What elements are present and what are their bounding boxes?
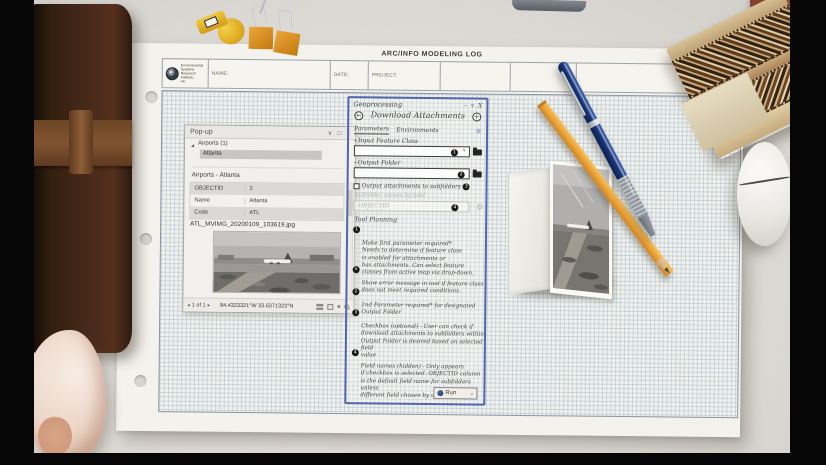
run-label: Run (445, 390, 457, 397)
tree-item-atlanta: Atlanta (199, 149, 322, 160)
project-field-label: PROJECT: (371, 72, 398, 79)
airport-photo-graphic (213, 231, 342, 295)
output-folder-label: •Output Folder (353, 159, 401, 167)
browse-folder-icon (472, 171, 482, 178)
note-4-marker: 4 (351, 348, 359, 356)
name-field-label: NAME: (211, 70, 229, 77)
leather-journal (33, 4, 132, 353)
metal-tool-edge (511, 0, 587, 12)
required-bullet-icon: • (353, 160, 357, 167)
note-3-marker: 3 (352, 308, 360, 316)
blank-cell (440, 62, 511, 91)
date-field-label: DATE: (333, 71, 350, 79)
popup-footer: ◂ 1 of 1 ▸ 84.4323321°W 33.6371323°N (183, 297, 354, 314)
dock-icon: □ (337, 129, 342, 137)
annotation-marker-4: 4 (451, 203, 459, 211)
photo-card-left-face (508, 166, 552, 296)
binder-clip (246, 25, 275, 52)
field-name: Code (190, 209, 246, 217)
header-table: Environmental Systems Research Institute… (161, 58, 742, 95)
esri-org-text: Environmental Systems Research Institute… (180, 63, 204, 84)
letterbox-bar-right (790, 0, 826, 465)
checkbox-icon (353, 182, 360, 189)
field-value: ATL (249, 210, 260, 217)
sketch-tabs: Parameters Environments (354, 125, 482, 135)
subfolder-checkbox-row: Output attachments to subfolders 3 (353, 182, 470, 191)
browse-folder-icon (472, 149, 482, 156)
required-bullet-icon: • (353, 138, 358, 145)
mouse-seam-line (739, 176, 790, 186)
tab-parameters: Parameters (354, 125, 390, 135)
esri-logo-cell: Environmental Systems Research Institute… (162, 59, 209, 88)
prev-record-icon: ◂ (187, 301, 190, 308)
tree-expander-icon: ◢ (190, 142, 195, 148)
subfolder-field-value: OBJECTID 4 (353, 200, 470, 213)
collapse-icon: ∨ (327, 129, 333, 137)
field-value: Atlanta (249, 198, 268, 205)
status-dot-icon (476, 128, 482, 134)
dropdown-caret-icon: ∨ (462, 148, 466, 154)
checkbox-label: Output attachments to subfolders (361, 182, 461, 190)
punch-hole (145, 91, 158, 104)
annotation-marker-3: 3 (462, 183, 470, 191)
pin-icon: ▿ (471, 101, 475, 109)
sketch-titlebar: Geoprocessing – ▿ X (353, 100, 482, 109)
sketch-tool-header: ← Download Attachments + (352, 110, 483, 123)
new-window-icon (327, 303, 334, 310)
add-to-project-icon: + (472, 112, 482, 122)
name-field-cell: NAME: (208, 59, 331, 89)
run-caret-icon: ∨ (470, 390, 474, 396)
note-2-marker: 2 (352, 287, 360, 295)
date-field-cell: DATE: (330, 60, 369, 90)
popup-titlebar: Pop-up ∨ □ × (185, 125, 356, 141)
punch-hole (134, 374, 147, 388)
annotation-marker-1: 1 (450, 148, 458, 156)
subfolder-field-label: Subfolder names by field (354, 192, 426, 199)
journal-strap-knot (69, 110, 93, 174)
attribute-table: OBJECTID 2 Name Atlanta Code ATL (189, 181, 345, 222)
input-feature-class-field: 1 ∨ (353, 145, 470, 158)
attachment-photo (212, 230, 342, 295)
project-field-cell: PROJECT: (368, 61, 441, 91)
record-pager: 1 of 1 (191, 302, 206, 309)
notes-title: Tool Planning (354, 216, 398, 224)
annotation-marker-2: 2 (457, 170, 465, 178)
binder-clip-handle (278, 9, 293, 31)
esri-globe-icon (165, 66, 179, 80)
pink-stone-patch (38, 416, 72, 456)
run-button-sketch: Run ∨ (433, 387, 478, 400)
print-icon (316, 303, 324, 310)
popup-panel-printout: Pop-up ∨ □ × ◢ Airports (1) Atlanta Airp… (182, 124, 357, 315)
computer-mouse (737, 142, 792, 246)
geoprocessing-sketch: Geoprocessing – ▿ X ← Download Attachmen… (344, 96, 489, 406)
letterbox-bar-left (0, 0, 34, 465)
input-feature-class-label: •Input Feature Class (353, 137, 419, 145)
coordinates-readout: 84.4323321°W 33.6371323°N (220, 302, 294, 310)
popup-title: Pop-up (190, 127, 213, 136)
pink-stone (26, 330, 106, 465)
field-name: Name (190, 197, 246, 205)
close-icon: X (478, 101, 483, 110)
note-1-marker: 1 (353, 225, 361, 233)
field-value: 2 (249, 186, 253, 193)
output-folder-field: 2 (353, 167, 470, 180)
tab-environments: Environments (396, 126, 439, 134)
attachment-filename: ATL_MVIMG_20200109_103619.jpg (190, 220, 296, 229)
run-icon (437, 390, 444, 397)
desk-photo-scene: ARC/INFO MODELING LOG Environmental Syst… (0, 0, 826, 465)
next-record-icon: ▸ (207, 302, 211, 309)
table-row: Code ATL (190, 206, 344, 221)
minimize-icon: – (464, 101, 468, 109)
dot-icon (337, 305, 341, 309)
panel-title: Geoprocessing (353, 100, 403, 109)
popup-section-title: Airports - Atlanta (191, 166, 342, 181)
punch-hole (139, 232, 153, 246)
error-marker-icon: × (352, 265, 360, 273)
gear-icon: ⚙ (476, 202, 484, 212)
field-name: OBJECTID (190, 185, 246, 193)
tree-group-label: Airports (1) (197, 140, 228, 147)
letterbox-bar-bottom (0, 453, 826, 465)
tool-title: Download Attachments (370, 110, 466, 121)
